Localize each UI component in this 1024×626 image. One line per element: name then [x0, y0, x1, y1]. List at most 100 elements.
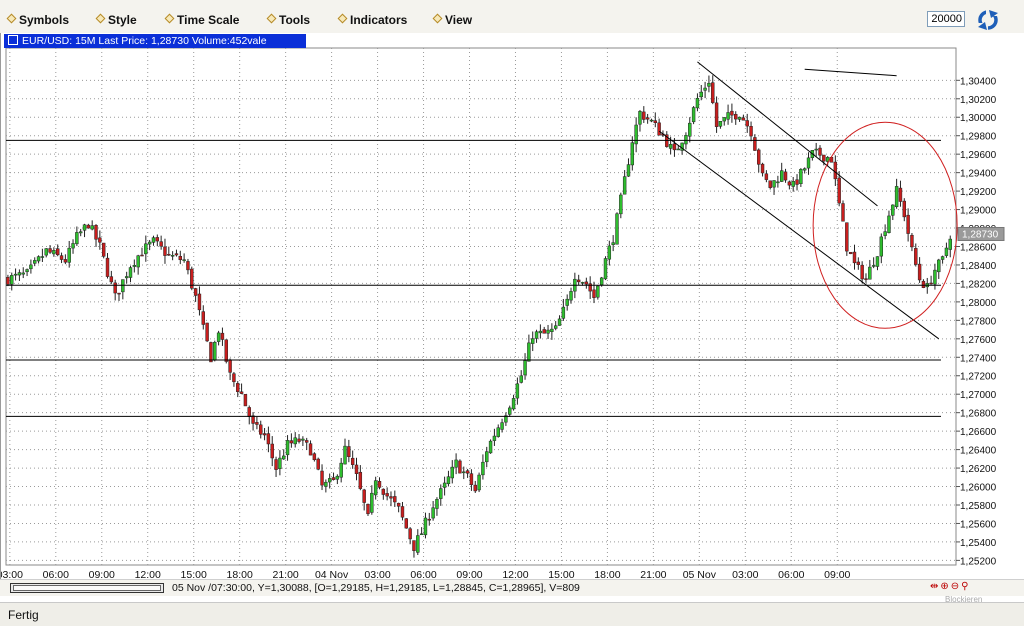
pin-icon[interactable]: ⚲	[961, 581, 970, 592]
menu-time-scale[interactable]: Time Scale	[164, 13, 240, 27]
y-tick-label: 1,30200	[960, 95, 997, 106]
candle-body	[580, 282, 585, 284]
candle-body	[132, 265, 137, 267]
candle-body	[546, 329, 550, 334]
candle-body	[21, 272, 25, 275]
y-tick-label: 1,28400	[960, 261, 997, 272]
menu-style[interactable]: Style	[95, 13, 137, 27]
candle-body	[400, 506, 405, 518]
candle-body	[887, 215, 891, 233]
menu-tools[interactable]: Tools	[266, 13, 310, 27]
candle-body	[117, 292, 121, 295]
candle-body	[508, 407, 512, 415]
refresh-button[interactable]	[976, 9, 1000, 31]
candle-body	[806, 157, 811, 169]
candle-body	[910, 234, 914, 248]
candle-body	[833, 161, 838, 180]
candle-body	[753, 137, 757, 151]
candle-body	[734, 113, 738, 120]
candlestick-chart[interactable]: 1,30400 1,30200 1,30000 1,29800 1,29600 1,294…	[1, 33, 1024, 595]
candle-body	[649, 119, 654, 122]
diamond-icon	[337, 13, 348, 24]
zoom-in-icon[interactable]: ⊕	[940, 581, 950, 592]
candle-body	[247, 407, 251, 417]
diamond-icon	[164, 13, 175, 24]
candle-body	[251, 415, 255, 424]
candle-body	[423, 517, 428, 536]
candle-body	[44, 248, 48, 256]
candle-body	[408, 528, 412, 540]
candle-body	[56, 248, 60, 256]
y-tick-label: 1,26800	[960, 409, 997, 420]
y-tick-label: 1,27600	[960, 335, 997, 346]
candle-body	[255, 422, 259, 425]
last-price-label: 1,28730	[962, 229, 999, 240]
candle-body	[760, 163, 765, 174]
candle-body	[611, 242, 615, 245]
candle-body	[366, 503, 370, 515]
candle-body	[860, 264, 864, 280]
menu-view[interactable]: View	[432, 13, 472, 27]
candle-body	[216, 332, 221, 342]
candle-body	[814, 148, 818, 151]
candle-body	[469, 473, 474, 485]
candle-body	[607, 245, 612, 260]
y-tick-label: 1,25600	[960, 519, 997, 530]
candle-body	[557, 318, 562, 326]
candle-body	[52, 250, 56, 255]
candle-body	[929, 282, 933, 285]
candle-body	[201, 311, 205, 325]
collapse-box-icon[interactable]	[8, 35, 18, 45]
candle-body	[933, 269, 937, 285]
zoom-out-icon[interactable]: ⊖	[951, 581, 961, 592]
candle-body	[393, 496, 397, 503]
candle-body	[147, 241, 152, 245]
candle-body	[228, 359, 232, 373]
menu-time-scale-label: Time Scale	[177, 13, 240, 27]
candle-body	[33, 260, 37, 264]
candle-body	[174, 253, 179, 256]
candle-body	[477, 474, 481, 491]
candle-body	[871, 265, 876, 267]
candle-body	[768, 180, 772, 188]
candle-body	[232, 373, 236, 383]
candle-body	[343, 445, 347, 465]
candle-body	[875, 256, 880, 267]
candle-body	[492, 435, 497, 441]
candle-body	[883, 231, 887, 236]
candle-body	[603, 258, 608, 280]
candle-body	[396, 502, 401, 507]
candle-body	[783, 171, 788, 181]
candle-body	[699, 91, 703, 98]
bars-count-input[interactable]: 20000	[927, 11, 965, 27]
candle-body	[377, 481, 382, 488]
candle-body	[856, 261, 861, 265]
candle-body	[741, 117, 746, 121]
candle-body	[622, 176, 627, 195]
candle-body	[515, 383, 520, 399]
fit-icon[interactable]: ⇹	[930, 581, 940, 592]
chart-scrollbar[interactable]	[10, 583, 164, 593]
candle-body	[358, 471, 363, 489]
candle-body	[381, 488, 386, 495]
candle-body	[458, 460, 462, 474]
candle-body	[906, 214, 910, 234]
candle-body	[182, 259, 186, 261]
chart-area[interactable]: 1,30400 1,30200 1,30000 1,29800 1,29600 1,294…	[0, 33, 1024, 595]
candle-body	[90, 225, 94, 230]
scrollbar-thumb[interactable]	[13, 585, 161, 591]
menu-symbols-label: Symbols	[19, 13, 70, 27]
candle-body	[305, 440, 309, 443]
candle-body	[186, 261, 190, 271]
candle-body	[542, 329, 546, 334]
candle-body	[140, 254, 144, 257]
menu-indicators[interactable]: Indicators	[337, 13, 407, 27]
candle-body	[113, 282, 117, 294]
candle-body	[316, 458, 320, 470]
candle-body	[442, 482, 447, 488]
candle-body	[167, 253, 171, 256]
candle-body	[25, 269, 29, 273]
candle-body	[385, 493, 389, 497]
cursor-readout: 05 Nov /07:30:00, Y=1,30088, [O=1,29185,…	[172, 582, 580, 594]
menu-symbols[interactable]: Symbols	[6, 13, 70, 27]
